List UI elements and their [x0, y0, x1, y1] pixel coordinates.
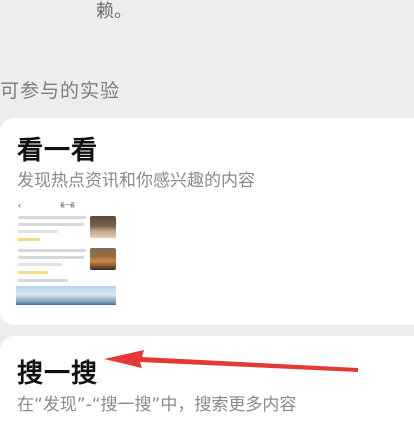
preview-highlight-bar [18, 238, 40, 241]
kanyikan-preview-image: ‹ 看一看 [14, 201, 118, 305]
preview-thumbnail-image [90, 248, 116, 270]
preview-article-line [18, 223, 84, 226]
preview-article-line [18, 263, 62, 266]
card-description-kanyikan: 发现热点资讯和你感兴趣的内容 [17, 171, 255, 191]
preview-back-icon: ‹ [18, 201, 22, 210]
preview-thumbnail-image [90, 216, 116, 238]
card-title-souyisou: 搜一搜 [17, 359, 99, 389]
preview-article-line [18, 256, 84, 259]
previous-text-fragment: 赖。 [96, 1, 132, 22]
preview-article-line [18, 249, 86, 252]
experiment-card-kanyikan[interactable]: 看一看 发现热点资讯和你感兴趣的内容 ‹ 看一看 [0, 118, 414, 325]
card-title-kanyikan: 看一看 [17, 136, 99, 166]
preview-highlight-bar [18, 271, 48, 274]
card-description-souyisou: 在“发现”-“搜一搜”中，搜索更多内容 [17, 395, 297, 415]
preview-article-line [18, 216, 86, 219]
preview-banner-image [16, 286, 116, 305]
preview-article-line [18, 279, 68, 282]
red-arrow-annotation-icon [104, 350, 358, 372]
preview-header-title: 看一看 [60, 203, 76, 209]
preview-article-line [18, 230, 58, 233]
experiments-section-title: 可参与的实验 [0, 80, 121, 102]
